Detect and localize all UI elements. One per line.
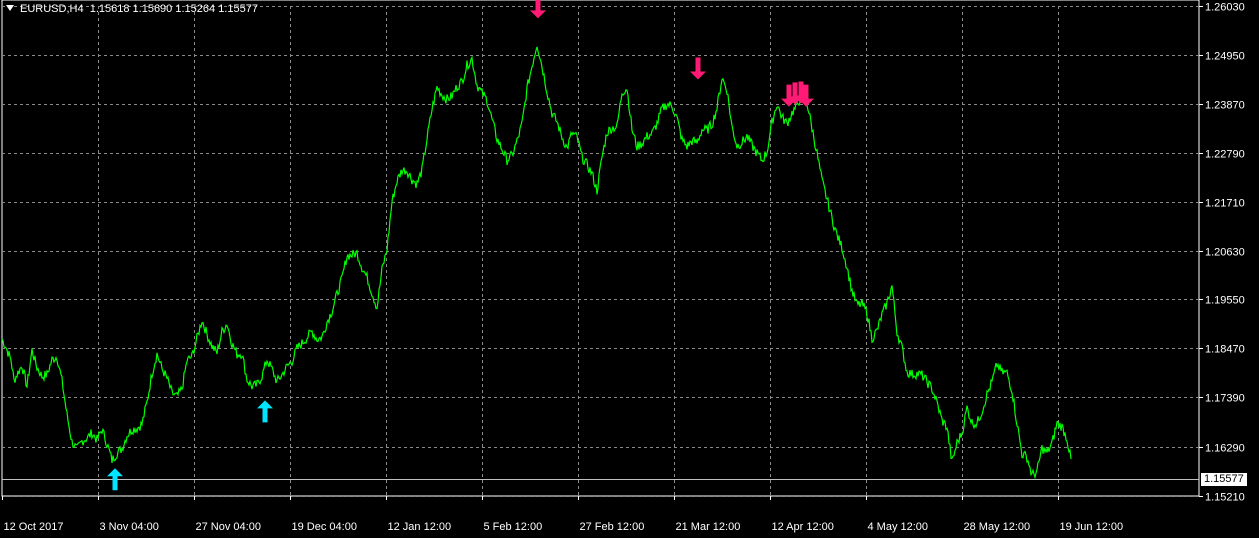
open-price: 1.15618 (89, 3, 130, 15)
low-price: 1.15264 (175, 3, 216, 15)
y-tick-label: 1.18470 (1205, 344, 1245, 356)
buy-arrow-icon (257, 400, 273, 423)
current-price-label: 1.15577 (1201, 472, 1247, 486)
x-tick-label: 27 Feb 12:00 (580, 521, 645, 533)
y-tick-label: 1.15210 (1205, 492, 1245, 504)
symbol-label: EURUSD,H4 (20, 3, 84, 15)
y-tick-label: 1.19550 (1205, 295, 1245, 307)
y-tick-label: 1.21710 (1205, 198, 1245, 210)
y-tick-label: 1.24950 (1205, 51, 1245, 63)
x-tick-label: 12 Oct 2017 (4, 521, 64, 533)
high-price: 1.15690 (132, 3, 173, 15)
y-tick-label: 1.17390 (1205, 393, 1245, 405)
sell-arrow-icon (690, 57, 706, 80)
x-tick-label: 5 Feb 12:00 (484, 521, 543, 533)
close-price: 1.15577 (218, 3, 258, 15)
x-tick-label: 12 Jan 12:00 (388, 521, 452, 533)
x-tick-label: 3 Nov 04:00 (100, 521, 159, 533)
x-tick-label: 28 May 12:00 (964, 521, 1031, 533)
y-tick-label: 1.26030 (1205, 2, 1245, 14)
y-tick-label: 1.16290 (1205, 443, 1245, 455)
x-tick-label: 21 Mar 12:00 (676, 521, 741, 533)
x-tick-label: 12 Apr 12:00 (772, 521, 834, 533)
dropdown-triangle-icon[interactable] (6, 5, 14, 11)
chart-header: EURUSD,H4 1.15618 1.15690 1.15264 1.1557… (6, 3, 258, 15)
x-tick-label: 4 May 12:00 (868, 521, 929, 533)
y-tick-label: 1.20630 (1205, 247, 1245, 259)
x-tick-label: 19 Jun 12:00 (1060, 521, 1124, 533)
sell-arrow-icon (530, 0, 546, 19)
x-tick-label: 27 Nov 04:00 (196, 521, 261, 533)
price-chart: 1.26030 1.24950 1.23870 1.22790 1.21710 1.206… (1, 0, 1245, 533)
x-tick-label: 19 Dec 04:00 (292, 521, 357, 533)
y-tick-label: 1.23870 (1205, 100, 1245, 112)
y-tick-label: 1.22790 (1205, 149, 1245, 161)
price-line-series (1, 46, 1072, 480)
plot-frame (1, 0, 1200, 497)
